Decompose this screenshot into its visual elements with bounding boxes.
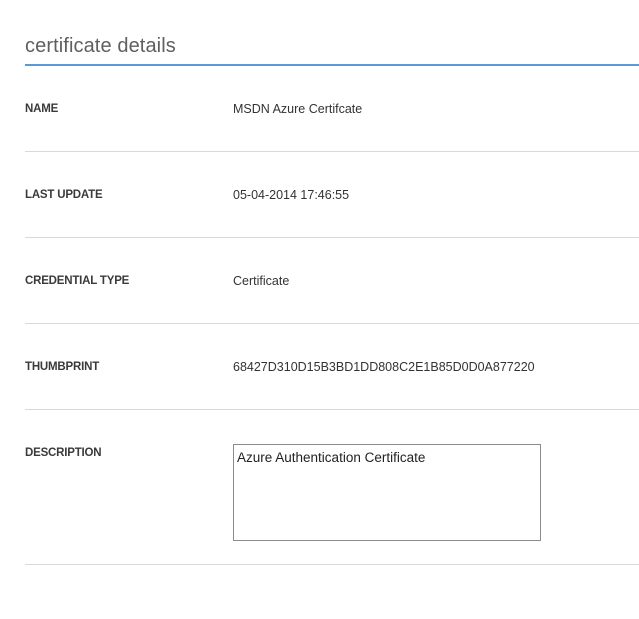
- thumbprint-label: THUMBPRINT: [25, 361, 100, 373]
- last-update-value: 05-04-2014 17:46:55: [233, 188, 350, 202]
- field-row-name: NAME MSDN Azure Certifcate: [25, 66, 639, 152]
- name-label: NAME: [25, 103, 59, 115]
- field-row-credential-type: CREDENTIAL TYPE Certificate: [25, 238, 639, 324]
- last-update-label: LAST UPDATE: [25, 189, 103, 201]
- credential-type-value: Certificate: [233, 274, 290, 288]
- description-label: DESCRIPTION: [25, 447, 102, 459]
- field-row-last-update: LAST UPDATE 05-04-2014 17:46:55: [25, 152, 639, 238]
- name-value: MSDN Azure Certifcate: [233, 102, 363, 116]
- credential-type-label: CREDENTIAL TYPE: [25, 275, 130, 287]
- page-title: certificate details: [25, 35, 176, 57]
- field-row-description: DESCRIPTION Azure Authentication Certifi…: [25, 410, 639, 565]
- thumbprint-value: 68427D310D15B3BD1DD808C2E1B85D0D0A877220: [233, 360, 535, 374]
- description-textarea[interactable]: Azure Authentication Certificate: [233, 444, 541, 541]
- field-row-thumbprint: THUMBPRINT 68427D310D15B3BD1DD808C2E1B85…: [25, 324, 639, 410]
